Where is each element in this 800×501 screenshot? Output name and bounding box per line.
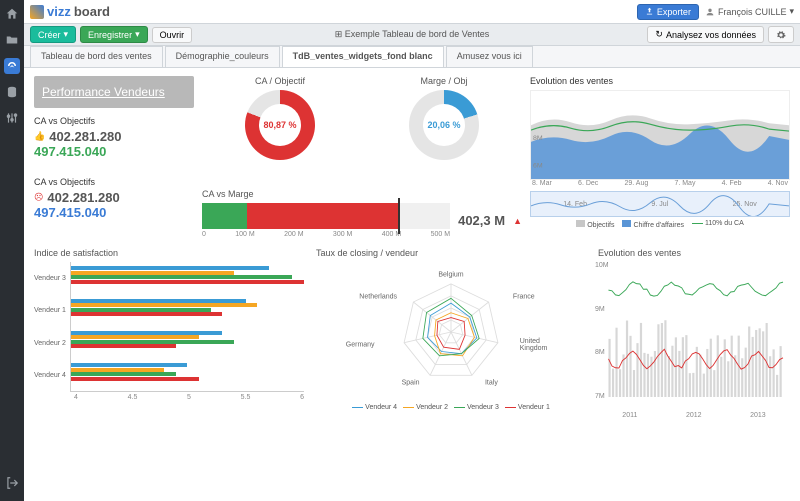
evo-card: Evolution des ventes 8M 6M 8. Mar6. Dec2… — [530, 76, 790, 229]
gear-button[interactable] — [768, 26, 794, 43]
spark-overview[interactable]: 14. Feb9. Jul25. Nov — [530, 191, 790, 217]
exit-icon[interactable] — [4, 475, 20, 491]
analyze-button[interactable]: ↻ Analysez vos données — [647, 26, 764, 43]
export-button[interactable]: Exporter — [637, 4, 699, 20]
toolbar: Créer ▾ Enregistrer ▾ Ouvrir ⊞ Exemple T… — [24, 24, 800, 46]
tab-3[interactable]: Amusez vous ici — [446, 46, 533, 67]
marge-chart[interactable] — [202, 203, 450, 229]
radar-legend: Vendeur 4 Vendeur 2 Vendeur 3 Vendeur 1 — [316, 404, 586, 411]
open-button[interactable]: Ouvrir — [152, 27, 193, 43]
logo: vizzboard — [30, 4, 110, 19]
folder-icon[interactable] — [4, 32, 20, 48]
evo2-card: Evolution des ventes 10M9M8M7M 201120122… — [598, 248, 790, 501]
svg-text:8M: 8M — [533, 135, 543, 142]
topbar: vizzboard Exporter François CUILLE▾ — [24, 0, 800, 24]
create-button[interactable]: Créer ▾ — [30, 26, 76, 43]
marge-card: CA vs Marge 0100 M200 M300 M400 M500 M 4… — [202, 189, 522, 238]
kpi-1: CA vs Objectifs 👍402.281.280 497.415.040 — [34, 116, 194, 159]
tabs: Tableau de bord des ventes Démographie_c… — [24, 46, 800, 68]
satisfaction-card: Indice de satisfaction Vendeur 3Vendeur … — [34, 248, 304, 501]
save-button[interactable]: Enregistrer ▾ — [80, 26, 148, 43]
chevron-down-icon: ▾ — [789, 6, 794, 17]
evo-chart[interactable]: 8M 6M — [530, 90, 790, 180]
radar-card: Taux de closing / vendeur BelgiumFranceU… — [316, 248, 586, 501]
tab-0[interactable]: Tableau de bord des ventes — [30, 46, 163, 67]
user-menu[interactable]: François CUILLE▾ — [705, 6, 794, 17]
evo2-chart[interactable]: 10M9M8M7M — [598, 262, 790, 412]
tab-2[interactable]: TdB_ventes_widgets_fond blanc — [282, 46, 444, 67]
database-icon[interactable] — [4, 84, 20, 100]
svg-text:6M: 6M — [533, 162, 543, 169]
perf-title: Performance Vendeurs — [34, 76, 194, 108]
content: Performance Vendeurs CA vs Objectifs 👍40… — [24, 68, 800, 501]
warning-icon: ▲ — [513, 216, 522, 226]
thumb-up-icon: 👍 — [34, 131, 45, 142]
left-sidebar — [0, 0, 24, 501]
logo-icon — [30, 5, 44, 19]
home-icon[interactable] — [4, 6, 20, 22]
gauge-icon[interactable] — [4, 58, 20, 74]
radar-chart[interactable]: BelgiumFranceUnited KingdomItalySpainGer… — [316, 262, 586, 402]
dashboard-title: ⊞ Exemple Tableau de bord de Ventes — [335, 29, 490, 40]
tab-1[interactable]: Démographie_couleurs — [165, 46, 280, 67]
sliders-icon[interactable] — [4, 110, 20, 126]
satisfaction-chart[interactable]: Vendeur 3Vendeur 1Vendeur 2Vendeur 4 — [34, 262, 304, 392]
